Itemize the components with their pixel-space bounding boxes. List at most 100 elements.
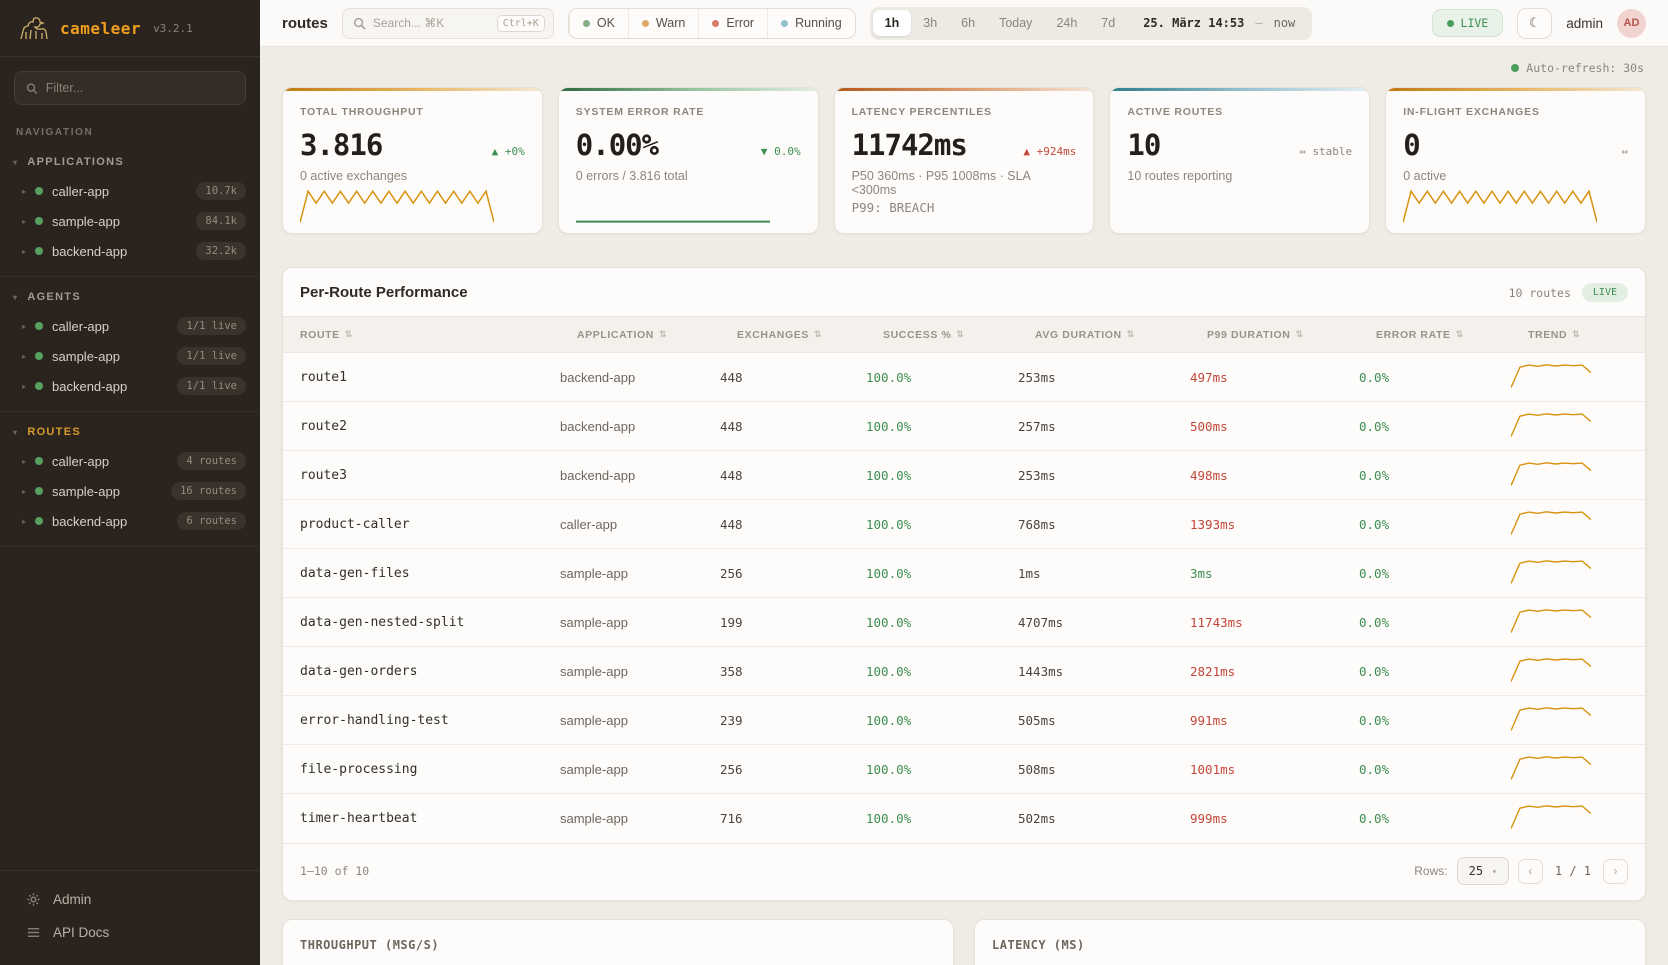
table-live-badge: LIVE bbox=[1582, 283, 1628, 302]
latency-chart-title: LATENCY (MS) bbox=[975, 920, 1645, 965]
sidebar-item-api-docs[interactable]: API Docs bbox=[0, 916, 260, 949]
table-row[interactable]: file-processing sample-app 256 100.0% 50… bbox=[283, 745, 1645, 794]
cell-exchanges: 716 bbox=[720, 811, 866, 826]
cell-p99-duration: 3ms bbox=[1190, 566, 1359, 581]
sort-icon: ⇅ bbox=[1572, 329, 1580, 340]
chevron-down-icon: ▾ bbox=[13, 293, 18, 302]
kpi-subtitle: 0 active bbox=[1403, 169, 1628, 183]
avatar[interactable]: AD bbox=[1617, 9, 1646, 38]
search-box[interactable]: Ctrl+K bbox=[342, 8, 554, 39]
search-input[interactable] bbox=[373, 16, 490, 30]
live-badge: 1/1 live bbox=[177, 317, 246, 335]
sidebar-filter[interactable] bbox=[14, 71, 246, 105]
table-row[interactable]: product-caller caller-app 448 100.0% 768… bbox=[283, 500, 1645, 549]
sidebar-item-application[interactable]: ▸ caller-app 10.7k bbox=[0, 176, 260, 206]
sidebar-item-agent[interactable]: ▸ sample-app 1/1 live bbox=[0, 341, 260, 371]
section-header-applications[interactable]: ▾ APPLICATIONS bbox=[0, 148, 260, 176]
sparkline bbox=[300, 184, 494, 224]
time-range-pill[interactable]: 6h bbox=[949, 10, 987, 36]
live-toggle[interactable]: LIVE bbox=[1432, 9, 1504, 37]
next-page-button[interactable]: › bbox=[1603, 859, 1628, 884]
status-dot bbox=[35, 187, 43, 195]
trend-sparkline bbox=[1511, 801, 1591, 831]
column-header[interactable]: APPLICATION ⇅ bbox=[560, 329, 720, 341]
content-area: Auto-refresh: 30s TOTAL THROUGHPUT 3.816… bbox=[260, 47, 1668, 965]
time-range-bar: 1h 3h 6h Today 24h 7d 25. März 14:53 — n… bbox=[870, 7, 1313, 40]
cell-trend bbox=[1511, 752, 1645, 787]
sidebar-item-route-group[interactable]: ▸ caller-app 4 routes bbox=[0, 446, 260, 476]
kpi-delta: ⇔ bbox=[1621, 145, 1628, 158]
status-dot bbox=[712, 20, 719, 27]
time-range-pill[interactable]: 3h bbox=[911, 10, 949, 36]
column-header[interactable]: ROUTE ⇅ bbox=[283, 329, 560, 341]
chevron-right-icon: › bbox=[1614, 864, 1618, 878]
column-header[interactable]: AVG DURATION ⇅ bbox=[1018, 329, 1190, 341]
column-header[interactable]: ERROR RATE ⇅ bbox=[1359, 329, 1511, 341]
kpi-delta: ⇔ stable bbox=[1299, 145, 1352, 158]
table-row[interactable]: data-gen-files sample-app 256 100.0% 1ms… bbox=[283, 549, 1645, 598]
gear-icon bbox=[26, 892, 41, 907]
cell-exchanges: 448 bbox=[720, 468, 866, 483]
cell-error-rate: 0.0% bbox=[1359, 615, 1511, 630]
column-label: AVG DURATION bbox=[1035, 329, 1122, 341]
cell-route: timer-heartbeat bbox=[283, 811, 560, 826]
table-row[interactable]: data-gen-orders sample-app 358 100.0% 14… bbox=[283, 647, 1645, 696]
section-header-routes[interactable]: ▾ ROUTES bbox=[0, 418, 260, 446]
status-filter-chip[interactable]: Running bbox=[767, 9, 855, 38]
column-header[interactable]: EXCHANGES ⇅ bbox=[720, 329, 866, 341]
sort-icon: ⇅ bbox=[345, 329, 353, 340]
sidebar-item-admin[interactable]: Admin bbox=[0, 883, 260, 916]
dark-mode-toggle[interactable]: ☾ bbox=[1517, 8, 1552, 39]
sidebar-item-application[interactable]: ▸ backend-app 32.2k bbox=[0, 236, 260, 266]
sort-icon: ⇅ bbox=[814, 329, 822, 340]
delta-arrow-icon: ▲ bbox=[492, 145, 499, 158]
time-range-pill[interactable]: 7d bbox=[1089, 10, 1127, 36]
status-filter-chip[interactable]: Warn bbox=[628, 9, 698, 38]
status-dot bbox=[35, 457, 43, 465]
table-row[interactable]: route2 backend-app 448 100.0% 257ms 500m… bbox=[283, 402, 1645, 451]
delta-arrow-icon: ⇔ bbox=[1621, 145, 1628, 158]
cell-success: 100.0% bbox=[866, 517, 1018, 532]
column-header[interactable]: SUCCESS % ⇅ bbox=[866, 329, 1018, 341]
sidebar-item-agent[interactable]: ▸ backend-app 1/1 live bbox=[0, 371, 260, 401]
time-range-pill[interactable]: 1h bbox=[873, 10, 912, 36]
cell-route: product-caller bbox=[283, 517, 560, 532]
rows-per-page-select[interactable]: 25 ▾ bbox=[1457, 857, 1509, 885]
filter-input[interactable] bbox=[46, 81, 234, 95]
table-row[interactable]: route1 backend-app 448 100.0% 253ms 497m… bbox=[283, 353, 1645, 402]
docs-icon bbox=[26, 925, 41, 940]
prev-page-button[interactable]: ‹ bbox=[1518, 859, 1543, 884]
time-range-display[interactable]: 25. März 14:53 — now bbox=[1127, 16, 1309, 30]
rows-per-page-label: Rows: bbox=[1414, 864, 1447, 878]
kpi-delta-text: +924ms bbox=[1037, 145, 1077, 158]
sidebar-item-application[interactable]: ▸ sample-app 84.1k bbox=[0, 206, 260, 236]
column-header[interactable]: P99 DURATION ⇅ bbox=[1190, 329, 1359, 341]
kpi-title: TOTAL THROUGHPUT bbox=[300, 106, 525, 118]
cell-error-rate: 0.0% bbox=[1359, 811, 1511, 826]
cell-success: 100.0% bbox=[866, 713, 1018, 728]
status-dot bbox=[35, 487, 43, 495]
chevron-right-icon: ▸ bbox=[22, 487, 26, 496]
time-range-pill[interactable]: Today bbox=[987, 10, 1044, 36]
status-filter-label: Error bbox=[726, 16, 754, 30]
section-header-agents[interactable]: ▾ AGENTS bbox=[0, 283, 260, 311]
cell-error-rate: 0.0% bbox=[1359, 566, 1511, 581]
table-row[interactable]: data-gen-nested-split sample-app 199 100… bbox=[283, 598, 1645, 647]
kpi-card: IN-FLIGHT EXCHANGES 0 ⇔ 0 active bbox=[1385, 87, 1646, 234]
section-label: AGENTS bbox=[27, 291, 81, 303]
delta-arrow-icon: ⇔ bbox=[1299, 145, 1306, 158]
table-row[interactable]: route3 backend-app 448 100.0% 253ms 498m… bbox=[283, 451, 1645, 500]
sidebar-item-route-group[interactable]: ▸ sample-app 16 routes bbox=[0, 476, 260, 506]
cell-p99-duration: 999ms bbox=[1190, 811, 1359, 826]
chevron-right-icon: ▸ bbox=[22, 247, 26, 256]
status-filter-chip[interactable]: Error bbox=[698, 9, 767, 38]
kpi-title: LATENCY PERCENTILES bbox=[852, 106, 1077, 118]
sidebar-item-route-group[interactable]: ▸ backend-app 6 routes bbox=[0, 506, 260, 536]
column-header[interactable]: TREND ⇅ bbox=[1511, 329, 1645, 341]
status-filter-chip[interactable]: OK bbox=[569, 9, 628, 38]
sidebar-item-agent[interactable]: ▸ caller-app 1/1 live bbox=[0, 311, 260, 341]
table-row[interactable]: timer-heartbeat sample-app 716 100.0% 50… bbox=[283, 794, 1645, 843]
kpi-accent-strip bbox=[283, 88, 542, 91]
time-range-pill[interactable]: 24h bbox=[1044, 10, 1089, 36]
table-row[interactable]: error-handling-test sample-app 239 100.0… bbox=[283, 696, 1645, 745]
